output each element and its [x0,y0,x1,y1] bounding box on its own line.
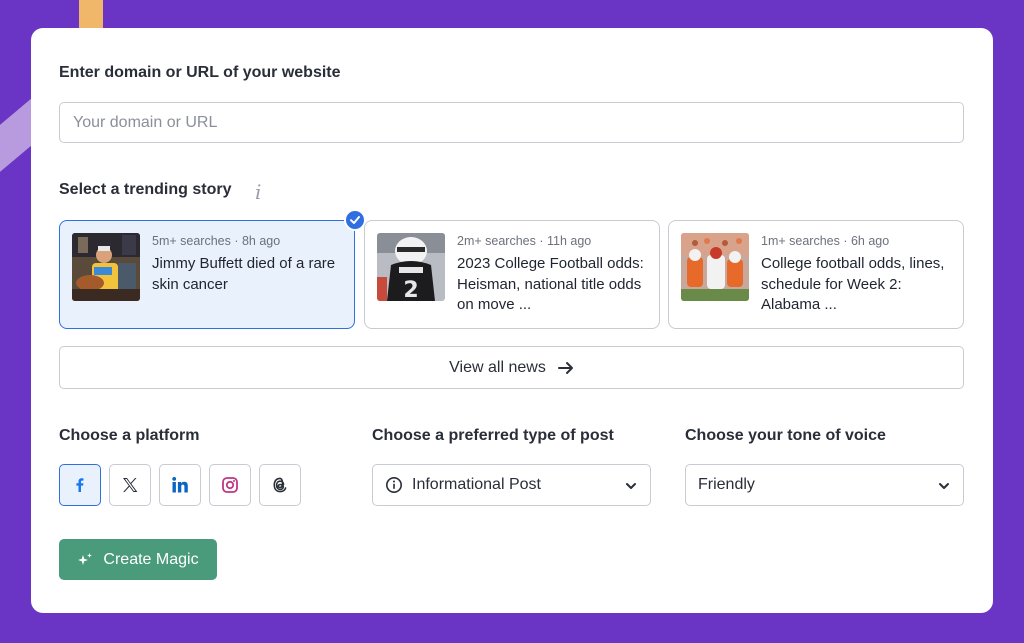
tone-value: Friendly [698,476,755,493]
platform-x-button[interactable] [109,464,151,506]
story-meta: 1m+ searches · 6h ago [761,234,890,248]
platform-label: Choose a platform [59,427,200,444]
create-magic-button[interactable]: Create Magic [59,539,217,580]
create-magic-label: Create Magic [103,550,199,568]
story-meta: 2m+ searches · 11h ago [457,234,592,248]
story-thumbnail: 2 [377,233,445,301]
story-card-1[interactable]: 5m+ searches · 8h ago Jimmy Buffett died… [59,220,355,329]
platform-facebook-button[interactable] [59,464,101,506]
story-thumbnail [72,233,140,301]
threads-icon [273,477,287,493]
story-card-3[interactable]: 1m+ searches · 6h ago College football o… [668,220,964,329]
chevron-down-icon [939,483,949,489]
post-type-value: Informational Post [412,476,541,493]
view-all-label: View all news [449,358,546,376]
platform-instagram-button[interactable] [209,464,251,506]
tone-select[interactable]: Friendly [685,464,964,506]
linkedin-icon [172,477,188,493]
facebook-icon [76,478,84,492]
post-type-label: Choose a preferred type of post [372,427,614,444]
sparkle-icon [78,552,93,565]
arrow-right-icon [557,361,573,374]
selected-check-icon [344,209,366,231]
story-title: College football odds, lines, schedule f… [761,255,945,313]
decorative-yellow-bar [79,0,103,28]
instagram-icon [222,477,238,493]
chevron-down-icon [626,483,636,489]
trending-story-label: Select a trending story [59,181,232,198]
story-card-2[interactable]: 2 2m+ searches · 11h ago 2023 College Fo… [364,220,660,329]
platform-linkedin-button[interactable] [159,464,201,506]
domain-label: Enter domain or URL of your website [59,64,341,81]
story-thumbnail [681,233,749,301]
story-title: 2023 College Football odds: Heisman, nat… [457,255,644,313]
view-all-news-button[interactable]: View all news [59,346,964,389]
post-generator-card: Enter domain or URL of your website Sele… [31,28,993,613]
domain-input[interactable] [59,102,964,143]
x-icon [123,478,138,492]
svg-text:2: 2 [403,278,418,301]
info-circle-icon [386,477,402,493]
story-meta: 5m+ searches · 8h ago [152,234,281,248]
tone-label: Choose your tone of voice [685,427,886,444]
info-icon[interactable]: i [255,180,261,204]
platform-threads-button[interactable] [259,464,301,506]
story-title: Jimmy Buffett died of a rare skin cancer [152,255,336,293]
post-type-select[interactable]: Informational Post [372,464,651,506]
